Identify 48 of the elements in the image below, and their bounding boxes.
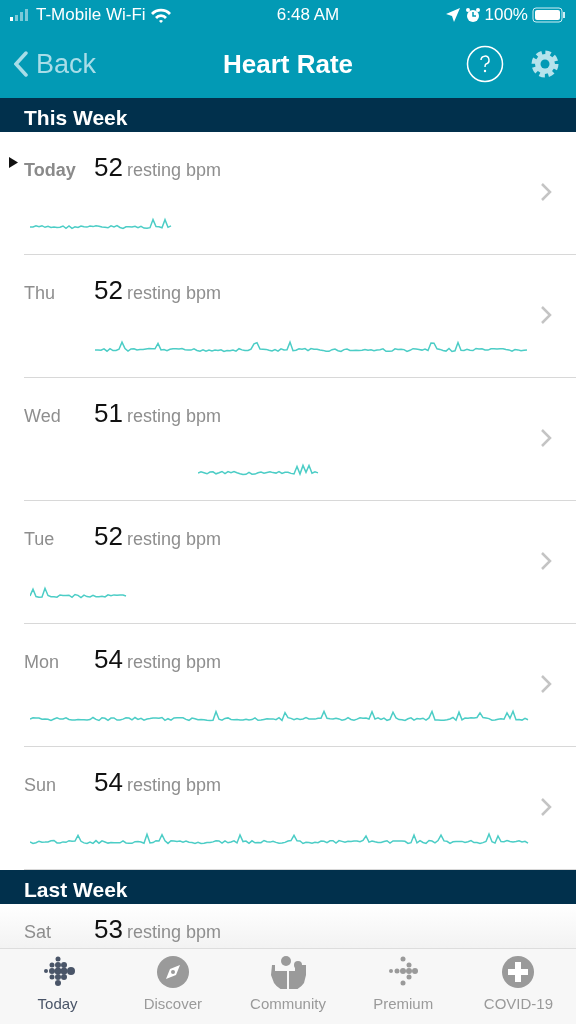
- heart-rate-value: 52: [94, 274, 123, 307]
- unit-label: resting bpm: [126, 651, 221, 674]
- day-label: Sun: [24, 774, 58, 797]
- clock-time: 6:48 AM: [276, 4, 340, 27]
- plus-circle-icon: [500, 955, 537, 989]
- screen-title: Heart Rate: [222, 47, 354, 81]
- heart-rate-value: 53: [94, 913, 123, 946]
- day-label: Sat: [24, 921, 53, 944]
- tab-button[interactable]: Community: [230, 949, 346, 1024]
- day-label: Mon: [24, 651, 60, 674]
- unit-label: resting bpm: [126, 405, 221, 428]
- section-header: Last Week: [0, 870, 576, 904]
- unit-label: resting bpm: [126, 159, 221, 182]
- tab-button[interactable]: Discover: [115, 949, 231, 1024]
- day-label: Today: [24, 159, 77, 182]
- tab-button[interactable]: Premium: [345, 949, 461, 1024]
- chevron-right-icon[interactable]: [540, 305, 552, 325]
- chevron-right-icon[interactable]: [540, 182, 552, 202]
- unit-label: resting bpm: [126, 282, 221, 305]
- heart-rate-value: 51: [94, 397, 123, 430]
- heart-rate-value: 54: [94, 643, 123, 676]
- back-button[interactable]: Back: [14, 43, 97, 85]
- carrier-name: T-Mobile Wi-Fi: [36, 4, 146, 27]
- wifi-icon: [149, 7, 172, 23]
- chevron-right-icon[interactable]: [540, 674, 552, 694]
- alarm-clock-icon: [464, 7, 481, 23]
- compass-icon: [154, 955, 191, 989]
- chevron-left-icon: [14, 51, 28, 77]
- unit-label: resting bpm: [126, 528, 221, 551]
- unit-label: resting bpm: [126, 774, 221, 797]
- chevron-right-icon[interactable]: [540, 428, 552, 448]
- section-header: This Week: [0, 98, 576, 132]
- heart-rate-value: 52: [94, 520, 123, 553]
- day-label: Wed: [24, 405, 62, 428]
- battery-icon: [532, 7, 566, 23]
- chevron-right-icon[interactable]: [540, 797, 552, 817]
- location-arrow-icon: [444, 7, 461, 23]
- heart-rate-value: 54: [94, 766, 123, 799]
- help-icon[interactable]: [466, 45, 504, 83]
- heart-rate-value: 52: [94, 151, 123, 184]
- people-icon: [270, 955, 306, 989]
- chevron-right-icon[interactable]: [540, 551, 552, 571]
- battery-percent: 100%: [484, 4, 528, 27]
- tab-button[interactable]: COVID-19: [460, 949, 576, 1024]
- unit-label: resting bpm: [126, 921, 221, 944]
- day-label: Thu: [24, 282, 57, 305]
- day-label: Tue: [24, 528, 56, 551]
- tab-button[interactable]: Today: [0, 949, 116, 1024]
